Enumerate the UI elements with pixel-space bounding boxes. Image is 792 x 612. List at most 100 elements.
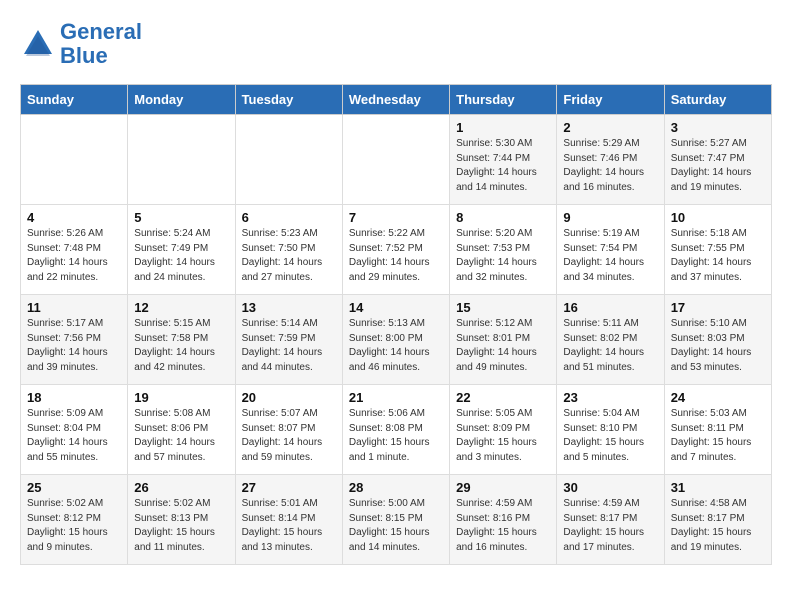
calendar-cell: 30 Sunrise: 4:59 AM Sunset: 8:17 PM Dayli… — [557, 475, 664, 565]
day-number: 29 — [456, 480, 550, 495]
day-info: Sunrise: 5:20 AM Sunset: 7:53 PM Dayligh… — [456, 227, 550, 285]
calendar-cell: 14 Sunrise: 5:13 AM Sunset: 8:00 PM Dayli… — [342, 295, 449, 385]
calendar-cell: 5 Sunrise: 5:24 AM Sunset: 7:49 PM Daylig… — [128, 205, 235, 295]
day-header-thursday: Thursday — [450, 85, 557, 115]
calendar-cell: 23 Sunrise: 5:04 AM Sunset: 8:10 PM Dayli… — [557, 385, 664, 475]
day-info: Sunrise: 5:27 AM Sunset: 7:47 PM Dayligh… — [671, 137, 765, 195]
day-info: Sunrise: 5:15 AM Sunset: 7:58 PM Dayligh… — [134, 317, 228, 375]
day-info: Sunrise: 4:59 AM Sunset: 8:17 PM Dayligh… — [563, 497, 657, 555]
calendar-cell: 3 Sunrise: 5:27 AM Sunset: 7:47 PM Daylig… — [664, 115, 771, 205]
day-info: Sunrise: 5:12 AM Sunset: 8:01 PM Dayligh… — [456, 317, 550, 375]
calendar-cell: 8 Sunrise: 5:20 AM Sunset: 7:53 PM Daylig… — [450, 205, 557, 295]
logo: GeneralBlue — [20, 20, 142, 68]
day-info: Sunrise: 5:17 AM Sunset: 7:56 PM Dayligh… — [27, 317, 121, 375]
day-number: 22 — [456, 390, 550, 405]
day-info: Sunrise: 4:59 AM Sunset: 8:16 PM Dayligh… — [456, 497, 550, 555]
calendar-cell: 4Sunrise: 5:26 AM Sunset: 7:48 PM Daylig… — [21, 205, 128, 295]
day-info: Sunrise: 5:23 AM Sunset: 7:50 PM Dayligh… — [242, 227, 336, 285]
day-info: Sunrise: 5:03 AM Sunset: 8:11 PM Dayligh… — [671, 407, 765, 465]
day-number: 11 — [27, 300, 121, 315]
page-header: GeneralBlue — [20, 20, 772, 68]
calendar-cell: 28 Sunrise: 5:00 AM Sunset: 8:15 PM Dayli… — [342, 475, 449, 565]
day-info: Sunrise: 5:11 AM Sunset: 8:02 PM Dayligh… — [563, 317, 657, 375]
day-number: 18 — [27, 390, 121, 405]
day-number: 31 — [671, 480, 765, 495]
day-header-friday: Friday — [557, 85, 664, 115]
day-info: Sunrise: 5:26 AM Sunset: 7:48 PM Dayligh… — [27, 227, 121, 285]
day-number: 10 — [671, 210, 765, 225]
calendar-cell: 22 Sunrise: 5:05 AM Sunset: 8:09 PM Dayli… — [450, 385, 557, 475]
calendar-cell: 2 Sunrise: 5:29 AM Sunset: 7:46 PM Daylig… — [557, 115, 664, 205]
calendar-cell: 12 Sunrise: 5:15 AM Sunset: 7:58 PM Dayli… — [128, 295, 235, 385]
day-info: Sunrise: 5:30 AM Sunset: 7:44 PM Dayligh… — [456, 137, 550, 195]
day-info: Sunrise: 5:18 AM Sunset: 7:55 PM Dayligh… — [671, 227, 765, 285]
day-number: 27 — [242, 480, 336, 495]
day-header-wednesday: Wednesday — [342, 85, 449, 115]
calendar-cell — [342, 115, 449, 205]
calendar-cell: 20 Sunrise: 5:07 AM Sunset: 8:07 PM Dayli… — [235, 385, 342, 475]
day-info: Sunrise: 5:07 AM Sunset: 8:07 PM Dayligh… — [242, 407, 336, 465]
day-info: Sunrise: 5:01 AM Sunset: 8:14 PM Dayligh… — [242, 497, 336, 555]
calendar-cell: 6 Sunrise: 5:23 AM Sunset: 7:50 PM Daylig… — [235, 205, 342, 295]
calendar-table: SundayMondayTuesdayWednesdayThursdayFrid… — [20, 84, 772, 565]
calendar-cell: 19Sunrise: 5:08 AM Sunset: 8:06 PM Dayli… — [128, 385, 235, 475]
day-number: 9 — [563, 210, 657, 225]
calendar-cell: 7 Sunrise: 5:22 AM Sunset: 7:52 PM Daylig… — [342, 205, 449, 295]
calendar-cell: 27 Sunrise: 5:01 AM Sunset: 8:14 PM Dayli… — [235, 475, 342, 565]
day-info: Sunrise: 5:19 AM Sunset: 7:54 PM Dayligh… — [563, 227, 657, 285]
day-number: 7 — [349, 210, 443, 225]
day-number: 21 — [349, 390, 443, 405]
day-header-monday: Monday — [128, 85, 235, 115]
day-number: 5 — [134, 210, 228, 225]
day-info: Sunrise: 5:24 AM Sunset: 7:49 PM Dayligh… — [134, 227, 228, 285]
day-number: 19 — [134, 390, 228, 405]
day-info: Sunrise: 5:05 AM Sunset: 8:09 PM Dayligh… — [456, 407, 550, 465]
day-number: 23 — [563, 390, 657, 405]
day-info: Sunrise: 5:02 AM Sunset: 8:12 PM Dayligh… — [27, 497, 121, 555]
day-info: Sunrise: 5:02 AM Sunset: 8:13 PM Dayligh… — [134, 497, 228, 555]
day-number: 17 — [671, 300, 765, 315]
day-info: Sunrise: 5:04 AM Sunset: 8:10 PM Dayligh… — [563, 407, 657, 465]
day-number: 25 — [27, 480, 121, 495]
day-info: Sunrise: 5:09 AM Sunset: 8:04 PM Dayligh… — [27, 407, 121, 465]
day-number: 3 — [671, 120, 765, 135]
calendar-cell: 17 Sunrise: 5:10 AM Sunset: 8:03 PM Dayli… — [664, 295, 771, 385]
calendar-cell — [128, 115, 235, 205]
day-info: Sunrise: 5:10 AM Sunset: 8:03 PM Dayligh… — [671, 317, 765, 375]
day-info: Sunrise: 5:00 AM Sunset: 8:15 PM Dayligh… — [349, 497, 443, 555]
calendar-cell: 31 Sunrise: 4:58 AM Sunset: 8:17 PM Dayli… — [664, 475, 771, 565]
calendar-cell: 9 Sunrise: 5:19 AM Sunset: 7:54 PM Daylig… — [557, 205, 664, 295]
day-info: Sunrise: 5:22 AM Sunset: 7:52 PM Dayligh… — [349, 227, 443, 285]
calendar-cell: 18 Sunrise: 5:09 AM Sunset: 8:04 PM Dayli… — [21, 385, 128, 475]
day-info: Sunrise: 5:29 AM Sunset: 7:46 PM Dayligh… — [563, 137, 657, 195]
day-number: 15 — [456, 300, 550, 315]
calendar-cell: 25 Sunrise: 5:02 AM Sunset: 8:12 PM Dayli… — [21, 475, 128, 565]
day-info: Sunrise: 5:13 AM Sunset: 8:00 PM Dayligh… — [349, 317, 443, 375]
day-number: 6 — [242, 210, 336, 225]
calendar-cell: 15 Sunrise: 5:12 AM Sunset: 8:01 PM Dayli… — [450, 295, 557, 385]
day-number: 14 — [349, 300, 443, 315]
logo-text: GeneralBlue — [60, 20, 142, 68]
day-number: 8 — [456, 210, 550, 225]
day-info: Sunrise: 5:14 AM Sunset: 7:59 PM Dayligh… — [242, 317, 336, 375]
day-info: Sunrise: 5:06 AM Sunset: 8:08 PM Dayligh… — [349, 407, 443, 465]
day-number: 2 — [563, 120, 657, 135]
day-number: 16 — [563, 300, 657, 315]
day-number: 13 — [242, 300, 336, 315]
day-number: 20 — [242, 390, 336, 405]
day-number: 28 — [349, 480, 443, 495]
day-number: 24 — [671, 390, 765, 405]
day-number: 26 — [134, 480, 228, 495]
day-number: 30 — [563, 480, 657, 495]
day-number: 12 — [134, 300, 228, 315]
calendar-cell: 29 Sunrise: 4:59 AM Sunset: 8:16 PM Dayli… — [450, 475, 557, 565]
calendar-cell: 24 Sunrise: 5:03 AM Sunset: 8:11 PM Dayli… — [664, 385, 771, 475]
logo-icon — [20, 26, 56, 62]
day-info: Sunrise: 4:58 AM Sunset: 8:17 PM Dayligh… — [671, 497, 765, 555]
calendar-cell: 13 Sunrise: 5:14 AM Sunset: 7:59 PM Dayli… — [235, 295, 342, 385]
calendar-cell: 1 Sunrise: 5:30 AM Sunset: 7:44 PM Daylig… — [450, 115, 557, 205]
day-header-sunday: Sunday — [21, 85, 128, 115]
calendar-cell: 26 Sunrise: 5:02 AM Sunset: 8:13 PM Dayli… — [128, 475, 235, 565]
day-number: 1 — [456, 120, 550, 135]
day-header-saturday: Saturday — [664, 85, 771, 115]
